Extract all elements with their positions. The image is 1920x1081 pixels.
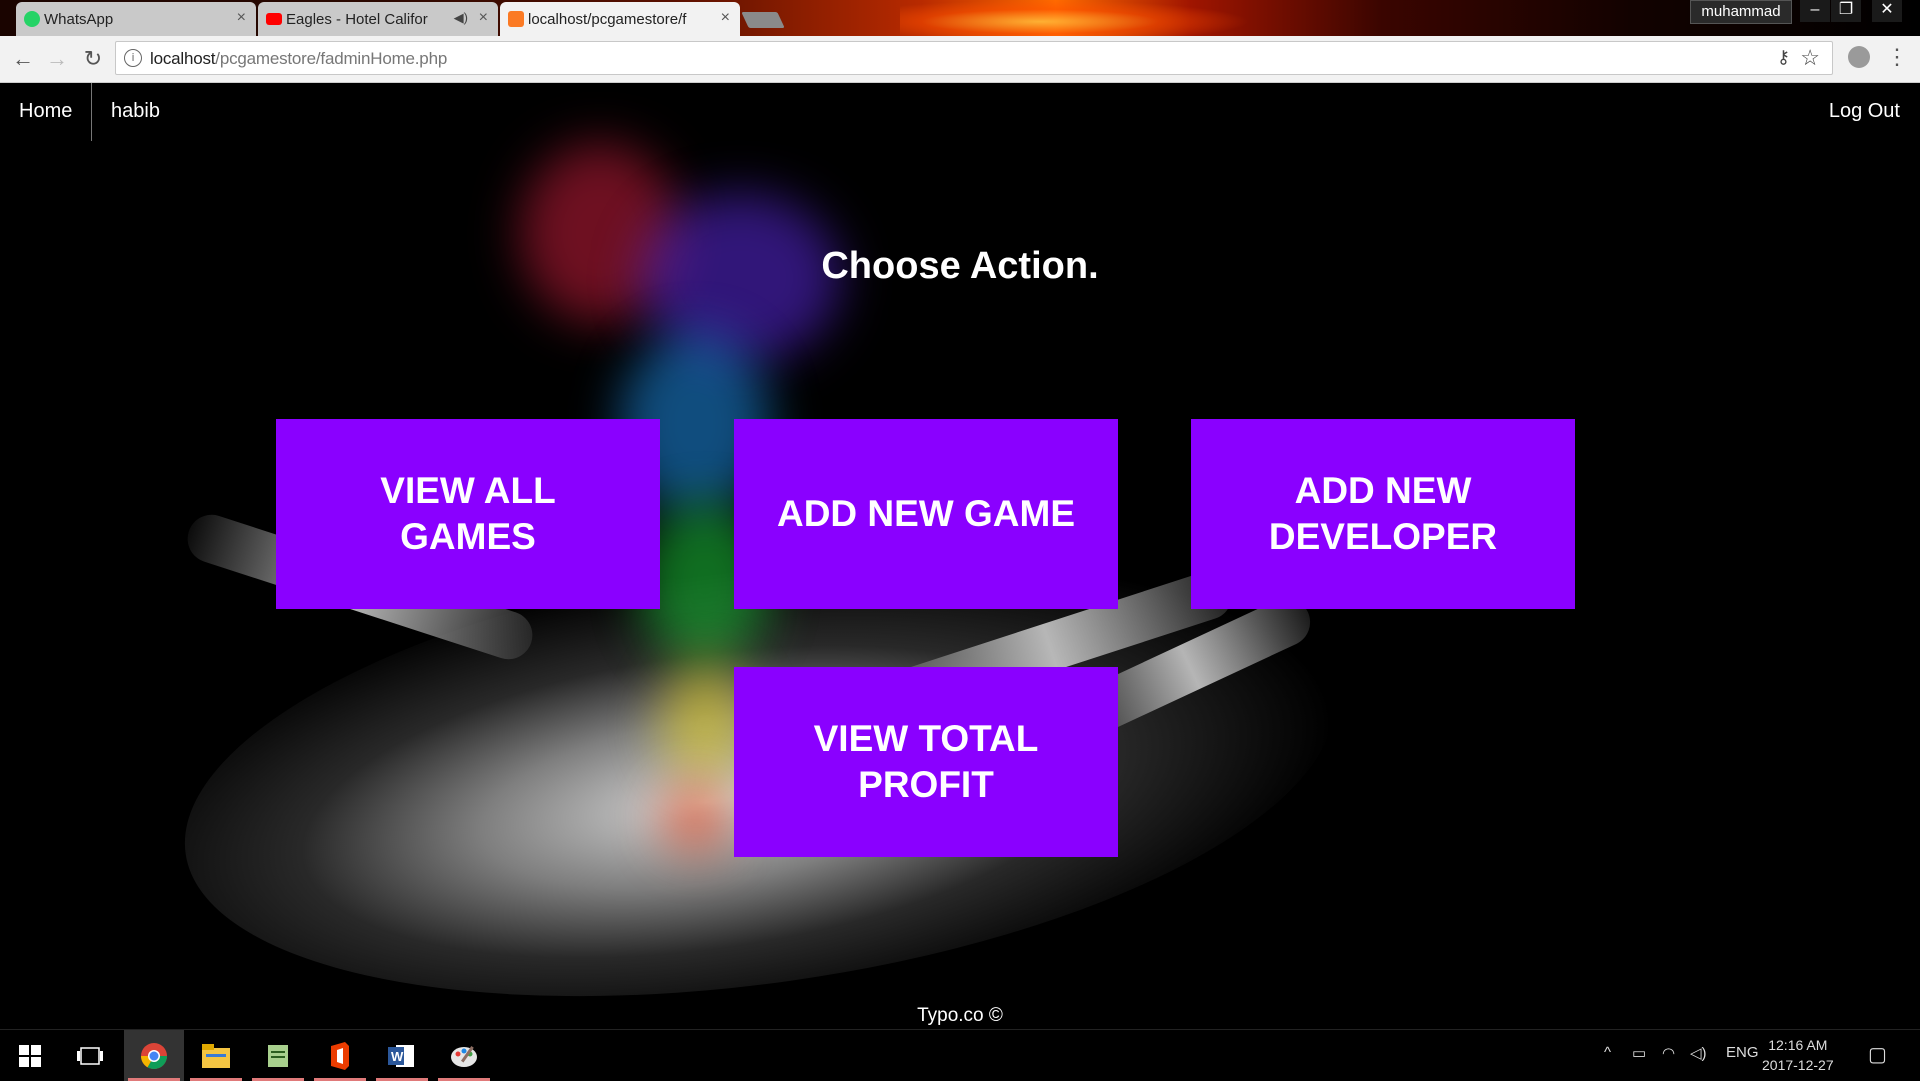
chrome-icon[interactable] — [124, 1030, 184, 1081]
nav-home-link[interactable]: Home — [19, 100, 72, 123]
add-new-developer-button[interactable]: ADD NEW DEVELOPER — [1191, 419, 1575, 609]
clock-time: 12:16 AM — [1768, 1037, 1828, 1053]
button-label: ADD NEW DEVELOPER — [1268, 470, 1498, 557]
xampp-icon — [508, 11, 524, 27]
audio-icon[interactable]: ◀) — [454, 10, 468, 26]
tab-label: WhatsApp — [44, 10, 114, 28]
chevron-up-icon[interactable]: ^ — [1604, 1044, 1611, 1061]
browser-titlebar: WhatsApp × Eagles - Hotel Califor ◀) × l… — [0, 0, 1920, 36]
button-label: VIEW ALL GAMES — [380, 470, 556, 557]
info-icon[interactable]: i — [124, 49, 142, 67]
url-text: localhost/pcgamestore/fadminHome.php — [150, 49, 447, 69]
notepad-icon[interactable] — [248, 1030, 308, 1081]
taskbar: W ^ ▭ ◠ ◁) ENG 12:16 AM 2017-12-27 ▢ — [0, 1029, 1920, 1081]
key-icon[interactable]: ⚷ — [1777, 47, 1790, 68]
smoke-orange — [660, 783, 730, 853]
button-label: VIEW TOTAL PROFIT — [813, 718, 1039, 805]
star-icon[interactable]: ☆ — [1800, 45, 1820, 71]
close-tab-icon[interactable]: × — [237, 9, 246, 27]
url-path: /pcgamestore/fadminHome.php — [215, 49, 448, 68]
battery-icon[interactable]: ▭ — [1632, 1044, 1646, 1062]
youtube-icon — [266, 13, 282, 25]
nav-divider — [91, 83, 92, 141]
tab-youtube[interactable]: Eagles - Hotel Califor ◀) × — [258, 2, 498, 36]
profile-button[interactable]: muhammad — [1690, 0, 1792, 24]
volume-icon[interactable]: ◁) — [1690, 1044, 1707, 1062]
address-bar[interactable]: i localhost/pcgamestore/fadminHome.php ⚷… — [115, 41, 1833, 75]
tab-label: Eagles - Hotel Califor — [286, 10, 428, 28]
whatsapp-icon — [24, 11, 40, 27]
logout-link[interactable]: Log Out — [1829, 100, 1900, 123]
wifi-icon[interactable]: ◠ — [1662, 1044, 1675, 1062]
office-icon[interactable] — [310, 1030, 370, 1081]
tab-localhost[interactable]: localhost/pcgamestore/f × — [500, 2, 740, 36]
reload-icon[interactable]: ↻ — [80, 46, 106, 72]
notifications-icon[interactable]: ▢ — [1868, 1042, 1887, 1067]
restore-icon[interactable]: ❐ — [1831, 0, 1861, 22]
browser-toolbar: ← → ↻ i localhost/pcgamestore/fadminHome… — [0, 36, 1920, 83]
page-title: Choose Action. — [821, 245, 1099, 287]
view-total-profit-button[interactable]: VIEW TOTAL PROFIT — [734, 667, 1118, 857]
footer-text: Typo.co © — [917, 1005, 1003, 1026]
file-explorer-icon[interactable] — [186, 1030, 246, 1081]
extension-icon[interactable] — [1848, 46, 1870, 68]
close-window-icon[interactable]: ✕ — [1872, 0, 1902, 22]
back-icon[interactable]: ← — [10, 46, 36, 72]
nav-user-link[interactable]: habib — [111, 100, 160, 123]
language-indicator[interactable]: ENG — [1726, 1044, 1759, 1061]
button-label: ADD NEW GAME — [776, 493, 1076, 534]
minimize-icon[interactable]: – — [1800, 0, 1830, 22]
tab-label: localhost/pcgamestore/f — [528, 10, 687, 28]
windows-start-icon[interactable] — [0, 1030, 60, 1081]
clock-date: 2017-12-27 — [1762, 1057, 1834, 1073]
close-tab-icon[interactable]: × — [479, 9, 488, 27]
close-tab-icon[interactable]: × — [721, 9, 730, 27]
page: Home habib Log Out Choose Action. VIEW A… — [0, 83, 1920, 1028]
svg-text:W: W — [391, 1049, 404, 1064]
task-view-icon[interactable] — [60, 1030, 120, 1081]
url-host: localhost — [150, 49, 216, 68]
top-nav: Home habib Log Out — [0, 83, 1920, 141]
new-tab-button[interactable] — [741, 12, 785, 28]
forward-icon[interactable]: → — [44, 46, 70, 72]
clock[interactable]: 12:16 AM 2017-12-27 — [1762, 1035, 1834, 1075]
view-all-games-button[interactable]: VIEW ALL GAMES — [276, 419, 660, 609]
word-icon[interactable]: W — [372, 1030, 432, 1081]
tab-whatsapp[interactable]: WhatsApp × — [16, 2, 256, 36]
paint-icon[interactable] — [434, 1030, 494, 1081]
menu-icon[interactable]: ⋮ — [1886, 44, 1908, 70]
add-new-game-button[interactable]: ADD NEW GAME — [734, 419, 1118, 609]
